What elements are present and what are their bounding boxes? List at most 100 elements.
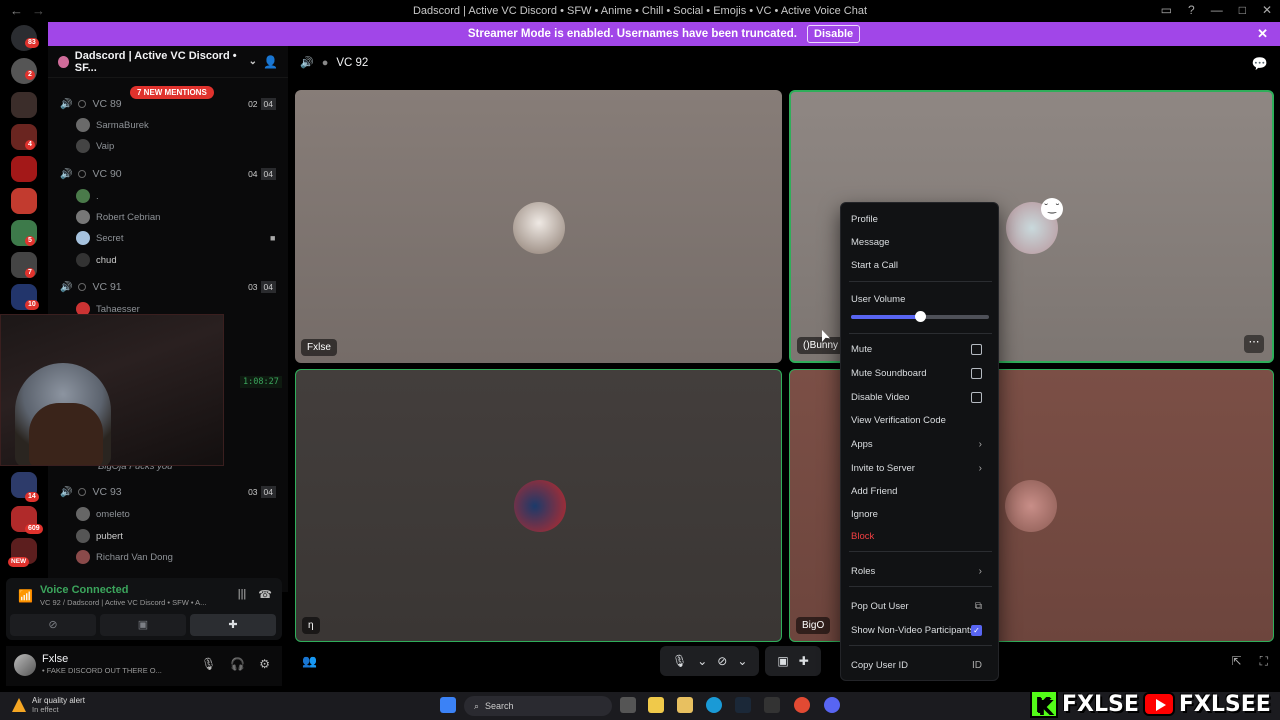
menu-item-show-nonvideo[interactable]: Show Non-Video Participants ✓ (851, 621, 990, 639)
voice-member[interactable]: Vaip (76, 137, 114, 155)
menu-item-block[interactable]: Block (851, 527, 990, 545)
server-icon[interactable] (11, 188, 37, 214)
task-view-icon[interactable] (620, 697, 636, 713)
more-options-icon[interactable]: ⋯ (1244, 335, 1264, 353)
close-banner-icon[interactable]: ✕ (1257, 26, 1268, 42)
server-icon[interactable] (11, 92, 37, 118)
edge-icon[interactable] (706, 697, 722, 713)
chrome-icon[interactable] (794, 697, 810, 713)
menu-item-start-call[interactable]: Start a Call (851, 256, 990, 274)
channel-name: VC 89 (92, 98, 122, 110)
discord-icon[interactable] (824, 697, 840, 713)
microphone-toggle[interactable]: 🎙 ⌄ ⊘ ⌄ (660, 646, 760, 676)
voice-channel-vc93[interactable]: 🔊 VC 93 03 04 (48, 482, 288, 502)
server-icon[interactable] (11, 156, 37, 182)
server-badge: 14 (25, 492, 39, 502)
channel-name: VC 90 (92, 168, 122, 180)
checkbox[interactable]: ✓ (971, 624, 982, 636)
menu-divider (849, 281, 992, 282)
obs-icon[interactable] (764, 697, 780, 713)
voice-member[interactable]: pubert (76, 527, 123, 545)
voice-channel-vc90[interactable]: 🔊 VC 90 04 04 (48, 164, 288, 184)
share-controls[interactable]: ▣ ✚ (765, 646, 821, 676)
voice-channel-vc89[interactable]: 🔊 VC 89 02 04 (48, 94, 288, 114)
pop-out-icon[interactable]: ⇱ (1232, 654, 1242, 669)
participant-tile[interactable]: Fxlse (295, 90, 782, 363)
streamer-webcam (0, 314, 224, 466)
youtube-logo-icon (1142, 692, 1175, 716)
disable-streamer-button[interactable]: Disable (807, 25, 861, 43)
voice-member[interactable]: Robert Cebrian (76, 208, 160, 226)
speaker-icon: 🔊 (60, 281, 73, 293)
minimize-icon[interactable]: — (1211, 3, 1223, 17)
chat-bubble-icon[interactable]: 💬 (1252, 56, 1268, 72)
maximize-icon[interactable]: □ (1239, 3, 1246, 17)
user-volume-slider[interactable] (851, 311, 989, 322)
weather-widget[interactable]: Air quality alert In effect (12, 696, 85, 714)
menu-item-invite[interactable]: Invite to Server › (851, 459, 990, 477)
server-header[interactable]: Dadscord | Active VC Discord • SF... ⌄ 👤 (48, 46, 288, 78)
weather-title: Air quality alert (32, 696, 85, 705)
menu-item-roles[interactable]: Roles › (851, 562, 990, 580)
menu-item-disable-video[interactable]: Disable Video (851, 388, 990, 406)
checkbox[interactable] (971, 391, 982, 403)
video-off-button[interactable]: ⊘ (10, 614, 96, 636)
voice-member[interactable]: omeleto (76, 505, 130, 523)
voice-member[interactable]: . (76, 187, 99, 205)
avatar (1005, 480, 1057, 532)
taskbar-search[interactable]: ⌕ Search (464, 696, 612, 716)
voice-member[interactable]: chud (76, 251, 117, 269)
checkbox[interactable] (971, 343, 982, 355)
avatar (76, 231, 90, 245)
volume-knob[interactable] (915, 311, 926, 322)
close-window-icon[interactable]: ✕ (1262, 3, 1272, 17)
warning-icon (12, 698, 26, 712)
username[interactable]: Fxlse (42, 653, 68, 665)
activities-button[interactable]: ✚ (190, 614, 276, 636)
file-explorer-icon[interactable] (648, 697, 664, 713)
voice-channel-vc91[interactable]: 🔊 VC 91 03 04 (48, 277, 288, 297)
menu-item-verification-code[interactable]: View Verification Code (851, 411, 990, 429)
menu-item-profile[interactable]: Profile (851, 210, 990, 228)
inbox-icon[interactable]: ▭ (1161, 3, 1172, 17)
headphones-icon[interactable]: 🎧 (230, 657, 245, 671)
noise-suppression-icon[interactable]: ||| (238, 588, 247, 601)
voice-buttons: ⊘ ▣ ✚ (10, 614, 276, 636)
disconnect-icon[interactable]: ☎ (258, 588, 272, 601)
screen-share-icon: ▣ (777, 654, 789, 668)
microphone-icon[interactable]: 🎙 (201, 657, 216, 671)
voice-channel-path[interactable]: VC 92 / Dadscord | Active VC Discord • S… (40, 598, 230, 607)
voice-member[interactable]: SarmaBurek (76, 116, 149, 134)
menu-item-add-friend[interactable]: Add Friend (851, 482, 990, 500)
menu-item-mute[interactable]: Mute (851, 340, 990, 358)
windows-start-icon[interactable] (440, 697, 456, 713)
menu-item-ignore[interactable]: Ignore (851, 505, 990, 523)
voice-member[interactable]: Richard Van Dong (76, 548, 173, 566)
invite-people-icon[interactable]: 👥 (302, 654, 317, 668)
menu-item-message[interactable]: Message (851, 233, 990, 251)
menu-item-apps[interactable]: Apps › (851, 435, 990, 453)
voice-member[interactable]: Secret (76, 229, 123, 247)
participant-tile[interactable]: ƞ (295, 369, 782, 642)
gear-icon[interactable]: ⚙ (259, 657, 270, 671)
menu-item-copy-id[interactable]: Copy User ID ID (851, 656, 990, 674)
pop-out-icon: ⧉ (974, 600, 982, 612)
help-icon[interactable]: ? (1188, 3, 1195, 17)
menu-item-pop-out[interactable]: Pop Out User ⧉ (851, 597, 990, 615)
menu-divider (849, 586, 992, 587)
signal-icon[interactable]: 📶 (18, 589, 33, 603)
checkbox[interactable] (971, 367, 982, 379)
voice-status[interactable]: Voice Connected (40, 584, 128, 596)
screen-share-button[interactable]: ▣ (100, 614, 186, 636)
store-icon[interactable] (677, 697, 693, 713)
menu-divider (849, 333, 992, 334)
steam-icon[interactable] (735, 697, 751, 713)
chevron-right-icon: › (978, 565, 982, 577)
avatar[interactable] (14, 654, 36, 676)
add-user-icon[interactable]: 👤 (263, 55, 278, 69)
menu-item-mute-soundboard[interactable]: Mute Soundboard (851, 364, 990, 382)
voice-connection-panel: 📶 Voice Connected VC 92 / Dadscord | Act… (6, 578, 282, 640)
speaker-icon: 🔊 (60, 98, 73, 110)
fullscreen-icon[interactable]: ⛶ (1260, 654, 1268, 669)
user-count: 02 04 (245, 98, 276, 110)
